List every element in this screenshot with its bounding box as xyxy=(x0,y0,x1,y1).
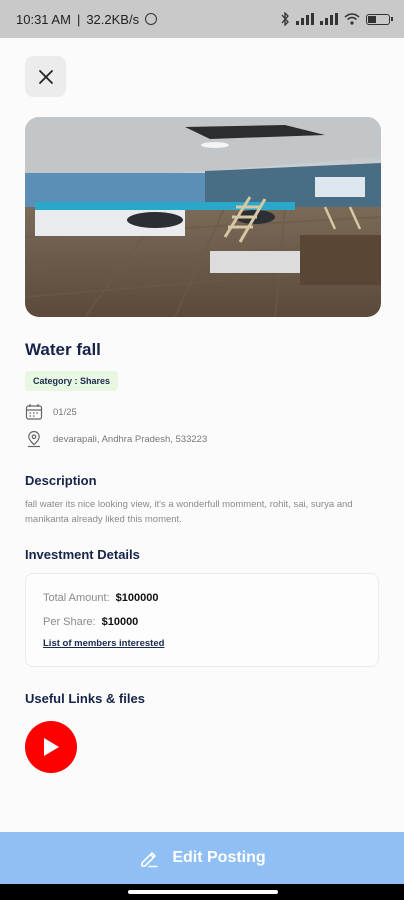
pencil-icon xyxy=(141,852,159,868)
close-button[interactable] xyxy=(25,56,66,97)
system-nav-bar xyxy=(0,884,404,900)
members-interested-link[interactable]: List of members interested xyxy=(43,638,164,649)
total-amount-label: Total Amount: xyxy=(43,592,110,604)
status-bar: 10:31 AM | 32.2KB/s xyxy=(0,0,404,38)
bluetooth-icon xyxy=(281,12,289,26)
close-icon xyxy=(38,69,53,84)
wifi-icon xyxy=(344,13,360,25)
status-separator: | xyxy=(76,11,81,27)
status-time: 10:31 AM xyxy=(16,11,71,27)
calendar-icon xyxy=(25,404,43,420)
total-amount-row: Total Amount: $100000 xyxy=(43,592,158,604)
date-row: 01/25 xyxy=(25,403,77,421)
office-photo xyxy=(25,117,381,317)
battery-icon xyxy=(366,13,393,25)
investment-card: Total Amount: $100000 Per Share: $10000 … xyxy=(25,573,379,667)
youtube-play-icon xyxy=(44,738,59,756)
post-title: Water fall xyxy=(25,340,101,359)
post-image xyxy=(25,117,381,317)
notification-dot-icon xyxy=(145,13,158,25)
battery-fill xyxy=(368,15,376,23)
per-share-row: Per Share: $10000 xyxy=(43,616,138,628)
description-heading: Description xyxy=(25,473,97,488)
signal-icon-2 xyxy=(320,13,338,25)
status-network-speed: 32.2KB/s xyxy=(86,11,140,27)
location-row: devarapali, Andhra Pradesh, 533223 xyxy=(25,430,207,448)
status-right xyxy=(280,12,393,26)
edit-posting-label: Edit Posting xyxy=(172,849,266,866)
description-text: fall water its nice looking view, it's a… xyxy=(25,499,353,525)
investment-heading: Investment Details xyxy=(25,547,140,562)
total-amount-value: $100000 xyxy=(115,592,159,604)
status-left: 10:31 AM | 32.2KB/s xyxy=(16,11,158,27)
post-location: devarapali, Andhra Pradesh, 533223 xyxy=(53,433,208,445)
youtube-link-button[interactable] xyxy=(25,721,77,773)
home-gesture-handle[interactable] xyxy=(128,890,278,894)
per-share-value: $10000 xyxy=(101,616,139,628)
post-date: 01/25 xyxy=(53,406,77,418)
category-badge: Category : Shares xyxy=(25,371,119,391)
edit-posting-button[interactable]: Edit Posting xyxy=(0,832,404,884)
location-pin-icon xyxy=(28,430,40,448)
signal-icon xyxy=(296,13,314,25)
per-share-label: Per Share: xyxy=(43,616,96,628)
links-heading: Useful Links & files xyxy=(25,691,145,706)
